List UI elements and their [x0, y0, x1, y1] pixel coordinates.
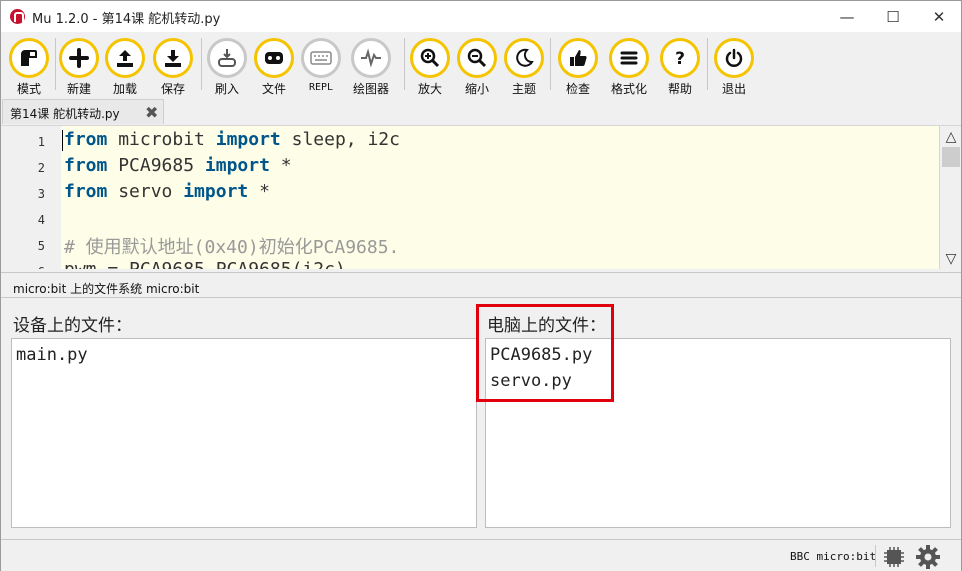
line-number: 6: [1, 265, 45, 269]
line-number-gutter: 1 2 3 4 5 6: [1, 126, 61, 269]
scroll-thumb[interactable]: [942, 147, 960, 167]
highlight-annotation: [476, 304, 614, 402]
power-icon: [714, 38, 754, 78]
quit-label: 退出: [721, 82, 746, 96]
device-file-list[interactable]: main.py: [11, 338, 477, 528]
code-line: from microbit import sleep, i2c: [64, 129, 400, 150]
maximize-button[interactable]: ☐: [870, 1, 916, 32]
files-icon: [254, 38, 294, 78]
check-button[interactable]: 检查: [554, 37, 602, 97]
status-bar: BBC micro:bit: [1, 539, 961, 571]
plotter-button[interactable]: 绘图器: [347, 37, 395, 97]
download-icon: [153, 38, 193, 78]
moon-icon: [504, 38, 544, 78]
code-keyword: import: [183, 181, 249, 202]
upload-icon: [105, 38, 145, 78]
editor-scrollbar[interactable]: △ ▽: [939, 126, 961, 269]
code-keyword: from: [64, 155, 108, 176]
tab-close-icon[interactable]: ✖: [145, 103, 158, 122]
quit-button[interactable]: 退出: [710, 37, 758, 97]
mu-logo-icon: [10, 9, 25, 24]
plotter-label: 绘图器: [352, 82, 389, 96]
help-button[interactable]: ? 帮助: [656, 37, 704, 97]
close-button[interactable]: ✕: [916, 1, 962, 32]
mode-button[interactable]: 模式: [5, 37, 53, 97]
code-text: sleep, i2c: [280, 129, 400, 150]
keyboard-icon: [301, 38, 341, 78]
file-pane-header: micro:bit 上的文件系统 micro:bit: [1, 272, 961, 298]
theme-button[interactable]: 主题: [500, 37, 548, 97]
code-text: microbit: [107, 129, 216, 150]
tab-bar: 第14课 舵机转动.py ✖: [1, 99, 961, 124]
tidy-button[interactable]: 格式化: [605, 37, 653, 97]
code-keyword: from: [64, 129, 108, 150]
code-keyword: from: [64, 181, 108, 202]
code-line: from PCA9685 import *: [64, 155, 292, 176]
minimize-button[interactable]: —: [824, 1, 870, 32]
code-line: pwm = PCA9685.PCA9685(i2c): [64, 259, 346, 269]
save-button[interactable]: 保存: [149, 37, 197, 97]
question-icon: ?: [660, 38, 700, 78]
code-editor[interactable]: 1 2 3 4 5 6 from microbit import sleep, …: [1, 125, 961, 269]
code-keyword: import: [204, 155, 270, 176]
theme-label: 主题: [511, 82, 536, 96]
flash-icon: [207, 38, 247, 78]
code-text: servo: [107, 181, 184, 202]
save-label: 保存: [160, 82, 185, 96]
load-button[interactable]: 加载: [101, 37, 149, 97]
code-text: PCA9685: [107, 155, 205, 176]
line-number: 1: [37, 135, 45, 149]
thumbs-up-icon: [558, 38, 598, 78]
code-text: *: [269, 155, 292, 176]
code-line: from servo import *: [64, 181, 270, 202]
device-label: BBC micro:bit: [790, 550, 877, 563]
line-number: 2: [37, 161, 45, 175]
title-bar: Mu 1.2.0 - 第14课 舵机转动.py — ☐ ✕: [1, 1, 961, 32]
list-icon: [609, 38, 649, 78]
svg-text:?: ?: [675, 49, 685, 69]
scroll-up-icon[interactable]: △: [942, 128, 960, 146]
scroll-down-icon[interactable]: ▽: [942, 250, 960, 268]
repl-button[interactable]: REPL: [297, 37, 345, 97]
line-number: 5: [37, 239, 45, 253]
text-cursor: [62, 130, 63, 151]
device-files-title: 设备上的文件：: [13, 316, 132, 336]
file-pane-title: micro:bit 上的文件系统 micro:bit: [13, 282, 200, 296]
status-divider: [875, 545, 876, 567]
code-comment: # 使用默认地址(0x40)初始化PCA9685.: [64, 237, 400, 258]
tab-label: 第14课 舵机转动.py: [10, 107, 120, 121]
plus-icon: [59, 38, 99, 78]
code-line: # 使用默认地址(0x40)初始化PCA9685.: [64, 233, 399, 259]
line-number: 3: [37, 187, 45, 201]
line-number: 4: [37, 213, 45, 227]
mu-editor-window: Mu 1.2.0 - 第14课 舵机转动.py — ☐ ✕ 模式 新建 加载 保…: [0, 0, 962, 571]
zoom-in-icon: [410, 38, 450, 78]
gear-icon[interactable]: [915, 544, 941, 570]
mode-icon: [9, 38, 49, 78]
list-item[interactable]: main.py: [16, 345, 88, 365]
zoom-out-icon: [457, 38, 497, 78]
code-text: pwm = PCA9685.PCA9685(i2c): [64, 259, 346, 269]
plotter-icon: [351, 38, 391, 78]
tab-current-file[interactable]: 第14课 舵机转动.py ✖: [2, 99, 164, 124]
code-text: *: [248, 181, 270, 202]
window-title: Mu 1.2.0 - 第14课 舵机转动.py: [32, 12, 221, 27]
chip-icon[interactable]: [883, 546, 905, 568]
toolbar: 模式 新建 加载 保存 刷入 文件 REPL 绘图器 放大 缩小 主题 检查 格…: [1, 32, 961, 98]
code-keyword: import: [215, 129, 281, 150]
help-label: 帮助: [667, 82, 692, 96]
